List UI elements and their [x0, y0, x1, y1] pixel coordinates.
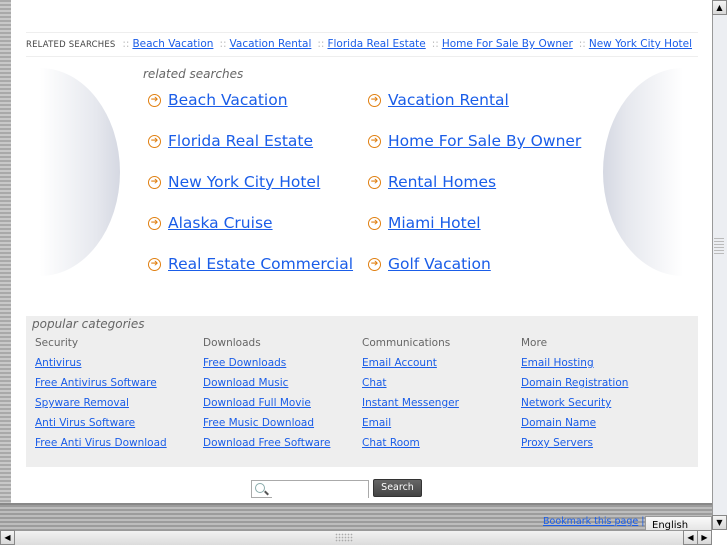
search-input[interactable]	[272, 486, 368, 501]
bookmark-area: Bookmark this page |	[543, 516, 644, 527]
top-link[interactable]: Florida Real Estate	[327, 38, 425, 50]
related-link[interactable]: New York City Hotel	[168, 173, 320, 191]
popular-categories-panel: popular categories Security Antivirus Free…	[26, 316, 698, 467]
category-link[interactable]: Chat	[362, 376, 459, 396]
related-link[interactable]: Home For Sale By Owner	[388, 132, 581, 150]
related-link[interactable]: Alaska Cruise	[168, 214, 273, 232]
category-link[interactable]: Network Security	[521, 396, 628, 416]
category-heading: More	[521, 337, 548, 349]
arrow-circle-icon: ➔	[368, 93, 381, 107]
category-column: Communications Email Account Chat Instant M…	[362, 336, 459, 456]
bookmark-link[interactable]: Bookmark this page	[543, 516, 638, 527]
category-link[interactable]: Proxy Servers	[521, 436, 628, 456]
search-icon	[255, 483, 265, 493]
separator: ::	[578, 38, 586, 50]
arrow-circle-icon: ➔	[368, 257, 381, 271]
horizontal-scrollbar-grip[interactable]	[335, 533, 353, 542]
related-link[interactable]: Miami Hotel	[388, 214, 481, 232]
category-link[interactable]: Free Music Download	[203, 416, 330, 436]
decorative-half-circle-right	[603, 68, 683, 276]
pipe-separator: |	[641, 516, 645, 527]
related-link[interactable]: Vacation Rental	[388, 91, 509, 109]
arrow-circle-icon: ➔	[368, 216, 381, 230]
vertical-scrollbar[interactable]: ▲	[712, 0, 727, 515]
scroll-up-icon[interactable]: ▲	[712, 0, 727, 15]
scroll-right-icon[interactable]: ▶	[697, 530, 712, 545]
related-searches-bar: RELATED SEARCHES :: Beach Vacation:: Vacat…	[26, 32, 698, 57]
related-link-item[interactable]: ➔ Florida Real Estate	[148, 132, 313, 150]
related-link[interactable]: Real Estate Commercial	[168, 255, 353, 273]
related-link-item[interactable]: ➔ Vacation Rental	[368, 91, 509, 109]
category-link[interactable]: Download Music	[203, 376, 330, 396]
separator: ::	[122, 38, 130, 50]
top-link[interactable]: New York City Hotel	[589, 38, 692, 50]
separator: ::	[219, 38, 227, 50]
category-link[interactable]: Download Full Movie	[203, 396, 330, 416]
related-searches-heading: related searches	[143, 67, 244, 81]
category-link[interactable]: Download Free Software	[203, 436, 330, 456]
related-link[interactable]: Rental Homes	[388, 173, 496, 191]
category-column: Security Antivirus Free Antivirus Software…	[35, 336, 167, 456]
scroll-left-icon-2[interactable]: ◀	[683, 530, 698, 545]
category-heading: Communications	[362, 337, 451, 349]
category-link[interactable]: Email Account	[362, 356, 459, 376]
top-link[interactable]: Home For Sale By Owner	[442, 38, 573, 50]
category-link[interactable]: Chat Room	[362, 436, 459, 456]
category-link[interactable]: Free Downloads	[203, 356, 330, 376]
related-link-item[interactable]: ➔ Golf Vacation	[368, 255, 491, 273]
scroll-left-icon[interactable]: ◀	[0, 530, 15, 545]
related-link-item[interactable]: ➔ New York City Hotel	[148, 173, 320, 191]
category-link[interactable]: Spyware Removal	[35, 396, 167, 416]
category-column: More Email Hosting Domain Registration Netw…	[521, 336, 628, 456]
popular-categories-title: popular categories	[32, 317, 145, 331]
related-link-item[interactable]: ➔ Miami Hotel	[368, 214, 481, 232]
top-link[interactable]: Beach Vacation	[132, 38, 213, 50]
category-heading: Security	[35, 337, 79, 349]
related-link[interactable]: Florida Real Estate	[168, 132, 313, 150]
related-link-item[interactable]: ➔ Home For Sale By Owner	[368, 132, 581, 150]
arrow-circle-icon: ➔	[148, 93, 161, 107]
category-link[interactable]: Domain Registration	[521, 376, 628, 396]
arrow-circle-icon: ➔	[368, 175, 381, 189]
separator: ::	[317, 38, 325, 50]
category-link[interactable]: Email	[362, 416, 459, 436]
scroll-down-icon[interactable]: ▼	[712, 515, 727, 530]
search-button[interactable]: Search	[373, 479, 422, 497]
related-link-item[interactable]: ➔ Real Estate Commercial	[148, 255, 353, 273]
arrow-circle-icon: ➔	[148, 257, 161, 271]
top-link[interactable]: Vacation Rental	[230, 38, 312, 50]
category-link[interactable]: Instant Messenger	[362, 396, 459, 416]
arrow-circle-icon: ➔	[148, 175, 161, 189]
decorative-half-circle-left	[40, 68, 120, 276]
category-link[interactable]: Anti Virus Software	[35, 416, 167, 436]
arrow-circle-icon: ➔	[368, 134, 381, 148]
arrow-circle-icon: ➔	[148, 216, 161, 230]
separator: ::	[431, 38, 439, 50]
scrollbar-grip[interactable]	[714, 238, 724, 254]
horizontal-scrollbar[interactable]: ◀ ◀ ▶	[0, 530, 712, 545]
related-link[interactable]: Beach Vacation	[168, 91, 288, 109]
category-link[interactable]: Email Hosting	[521, 356, 628, 376]
related-link-item[interactable]: ➔ Alaska Cruise	[148, 214, 273, 232]
related-link[interactable]: Golf Vacation	[388, 255, 491, 273]
search-input-wrapper[interactable]	[251, 480, 369, 501]
left-frame-strip	[0, 0, 11, 503]
related-link-item[interactable]: ➔ Rental Homes	[368, 173, 496, 191]
category-heading: Downloads	[203, 337, 261, 349]
category-column: Downloads Free Downloads Download Music Dow…	[203, 336, 330, 456]
category-link[interactable]: Free Anti Virus Download	[35, 436, 167, 456]
category-link[interactable]: Antivirus	[35, 356, 167, 376]
related-searches-label: RELATED SEARCHES	[26, 40, 116, 50]
category-link[interactable]: Free Antivirus Software	[35, 376, 167, 396]
category-link[interactable]: Domain Name	[521, 416, 628, 436]
related-link-item[interactable]: ➔ Beach Vacation	[148, 91, 288, 109]
arrow-circle-icon: ➔	[148, 134, 161, 148]
top-links: :: Beach Vacation:: Vacation Rental:: Flori…	[116, 38, 692, 50]
